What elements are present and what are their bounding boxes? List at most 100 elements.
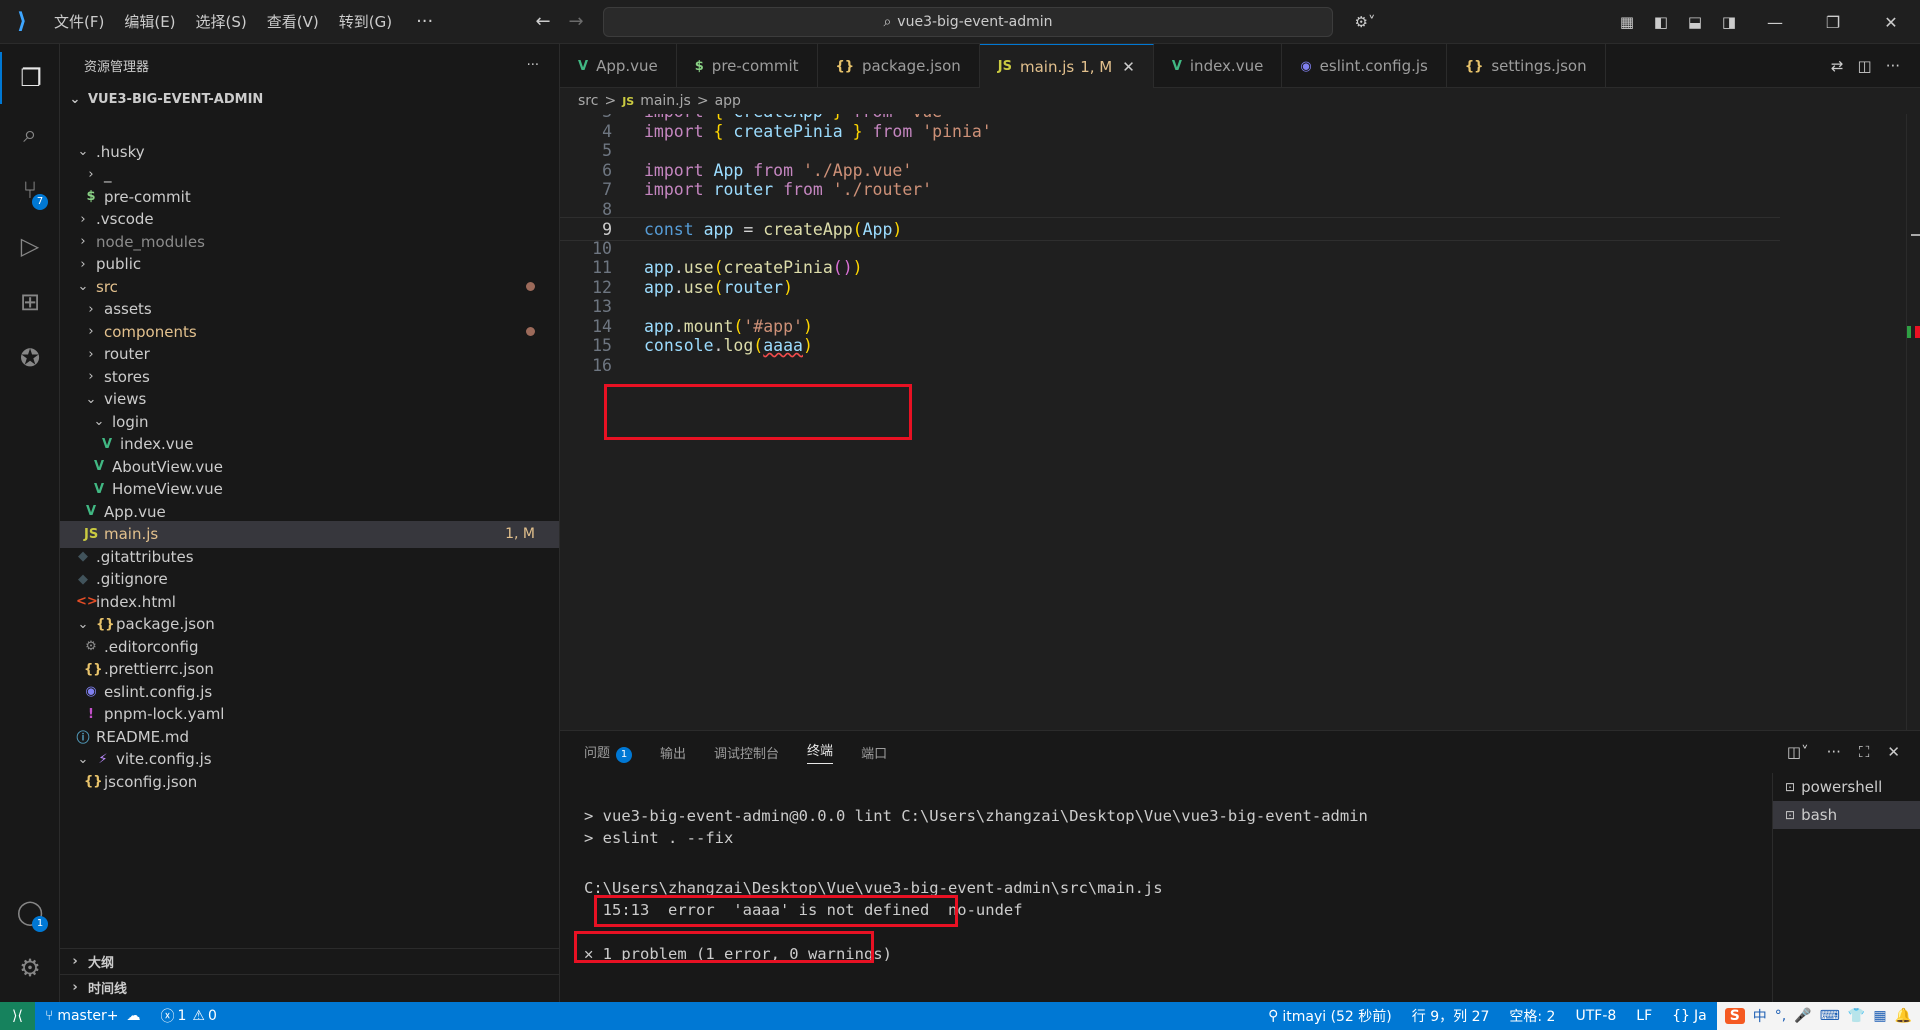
panel-tab-1[interactable]: 输出 [660, 743, 686, 762]
language-mode[interactable]: {} Ja [1662, 1002, 1717, 1030]
chevron-right-icon: › [80, 256, 86, 272]
explorer-icon[interactable]: ❐ [0, 52, 60, 104]
chevron-right-icon: › [88, 346, 94, 362]
arrow-left-icon[interactable]: ← [527, 11, 559, 32]
explorer-more-button[interactable]: ··· [527, 58, 539, 73]
more-actions-icon[interactable]: ··· [1886, 57, 1900, 75]
git-blame-indicator[interactable]: ⚲ itmayi (52 秒前) [1258, 1002, 1402, 1030]
ime-toolbar[interactable]: S 中 °, 🎤 ⌨ 👕 ▦ 🔔 [1716, 1002, 1920, 1030]
chevron-down-icon: ⌄ [69, 91, 81, 107]
tab-file-icon: V [1171, 58, 1182, 74]
chevron-down-icon: ⌄ [77, 751, 89, 767]
restore-icon[interactable]: ❐ [1804, 0, 1862, 44]
panel-tab-3[interactable]: 终端 [807, 740, 834, 764]
more-menu-button[interactable]: ··· [402, 0, 447, 44]
tree-item[interactable]: {} jsconfig.json [60, 768, 559, 796]
outline-section[interactable]: › 大纲 [60, 948, 559, 974]
tree-item-label: App.vue [104, 502, 166, 521]
menu-item-3[interactable]: 查看(V) [257, 0, 329, 44]
menu-item-1[interactable]: 编辑(E) [114, 0, 185, 44]
terminal-item-powershell[interactable]: ⊡ powershell [1773, 773, 1920, 801]
tab-label: index.vue [1189, 57, 1264, 75]
editor-tab[interactable]: JS main.js 1, M ✕ [979, 44, 1154, 88]
keyboard-icon: ⌨ [1819, 1008, 1840, 1024]
info-file-icon: ⓘ [76, 731, 90, 747]
breadcrumb-file[interactable]: main.js [640, 93, 691, 109]
editor-tab[interactable]: $ pre-commit [677, 44, 818, 88]
chevron-right-icon: › [88, 324, 94, 340]
tree-item-label: public [96, 255, 142, 274]
chevron-right-icon: › [80, 211, 86, 227]
editor-tab[interactable]: {} package.json [818, 44, 980, 88]
new-terminal-split-icon[interactable]: ◫˅ [1787, 743, 1809, 761]
toggle-primary-sidebar-icon[interactable]: ◧ [1646, 7, 1676, 37]
panel-tab-2[interactable]: 调试控制台 [714, 743, 779, 762]
command-center-search[interactable]: ⌕ vue3-big-event-admin [603, 7, 1333, 37]
panel-more-icon[interactable]: ··· [1827, 743, 1841, 761]
tab-label: main.js [1019, 57, 1075, 76]
menu-item-2[interactable]: 选择(S) [186, 0, 257, 44]
toggle-panel-icon[interactable]: ⬓ [1680, 7, 1710, 37]
settings-gear-icon[interactable]: ⚙ [0, 942, 60, 994]
copilot-icon[interactable]: ⚙˅ [1350, 7, 1380, 37]
source-control-icon[interactable]: ⑂ 7 [0, 164, 60, 216]
terminal-icon: ⊡ [1785, 780, 1796, 794]
branch-indicator[interactable]: ⑂ master+ ☁ [35, 1002, 151, 1030]
customize-layout-icon[interactable]: ▦ [1612, 7, 1642, 37]
editor-tab[interactable]: ◉ eslint.config.js [1282, 44, 1447, 88]
js-file-icon: JS [622, 94, 635, 108]
account-badge: 1 [32, 916, 48, 932]
problems-indicator[interactable]: ⓧ 1 ⚠ 0 [150, 1002, 226, 1030]
maximize-panel-icon[interactable]: ⛶ [1859, 743, 1870, 761]
split-editor-icon[interactable]: ◫ [1858, 57, 1872, 75]
js-file-icon: JS [84, 526, 99, 542]
chevron-down-icon: ⌄ [77, 144, 89, 160]
chevron-right-icon: › [72, 980, 78, 995]
chevron-down-icon: ⌄ [85, 391, 97, 407]
search-text: vue3-big-event-admin [897, 14, 1053, 30]
indentation[interactable]: 空格: 2 [1499, 1002, 1565, 1030]
close-icon[interactable]: ✕ [1122, 58, 1135, 76]
json-file-icon: {} [84, 774, 103, 790]
highlight-box [604, 384, 912, 440]
minimize-icon[interactable]: — [1746, 0, 1804, 44]
code-editor[interactable]: 3import { createApp } from 'vue'4import … [560, 114, 1920, 730]
encoding[interactable]: UTF-8 [1565, 1002, 1626, 1030]
editor-scrollbar[interactable] [1906, 114, 1920, 730]
search-icon[interactable]: ⌕ [0, 108, 60, 160]
terminal-item-bash[interactable]: ⊡ bash [1773, 801, 1920, 829]
breadcrumb-folder[interactable]: src [578, 93, 598, 109]
tree-item-label: .vscode [96, 210, 154, 229]
remote-icon[interactable]: ⟩⟨ [0, 1002, 35, 1030]
arrow-right-icon[interactable]: → [560, 11, 592, 32]
vscode-logo-icon: ⟩ [16, 9, 28, 34]
account-icon[interactable]: ◯ 1 [0, 886, 60, 938]
terminal-item-label: powershell [1801, 778, 1883, 796]
extensions-icon[interactable]: ⊞ [0, 276, 60, 328]
tree-item-label: pnpm-lock.yaml [104, 705, 225, 724]
tree-item-label: vite.config.js [116, 750, 212, 769]
close-panel-icon[interactable]: ✕ [1887, 743, 1900, 761]
panel-tab-0[interactable]: 问题 1 [584, 742, 633, 763]
cursor-position[interactable]: 行 9，列 27 [1402, 1002, 1500, 1030]
tree-item-label: index.html [96, 592, 176, 611]
explorer-sidebar: 资源管理器 ··· ⌄ VUE3-BIG-EVENT-ADMIN ⌄ .husky… [60, 44, 560, 1002]
breadcrumb-symbol[interactable]: app [715, 93, 741, 109]
editor-tab[interactable]: Vindex.vue [1154, 44, 1283, 88]
menu-item-0[interactable]: 文件(F) [44, 0, 114, 44]
editor-tab[interactable]: V App.vue [560, 44, 677, 88]
tree-item-label: assets [104, 300, 152, 319]
toggle-secondary-sidebar-icon[interactable]: ◨ [1714, 7, 1744, 37]
end-of-line[interactable]: LF [1626, 1002, 1662, 1030]
close-window-icon[interactable]: ✕ [1862, 0, 1920, 44]
chevron-down-icon: ⌄ [77, 616, 89, 632]
menu-item-4[interactable]: 转到(G) [329, 0, 402, 44]
run-debug-icon[interactable]: ▷ [0, 220, 60, 272]
editor-tab[interactable]: {} settings.json [1447, 44, 1606, 88]
compare-changes-icon[interactable]: ⇄ [1831, 57, 1844, 75]
panel-tab-4[interactable]: 端口 [861, 743, 887, 762]
remote-explorer-icon[interactable]: ✪ [0, 332, 60, 384]
terminal-line: > eslint . --fix [584, 829, 734, 847]
timeline-section[interactable]: › 时间线 [60, 974, 559, 1000]
workspace-root[interactable]: ⌄ VUE3-BIG-EVENT-ADMIN [60, 86, 559, 112]
